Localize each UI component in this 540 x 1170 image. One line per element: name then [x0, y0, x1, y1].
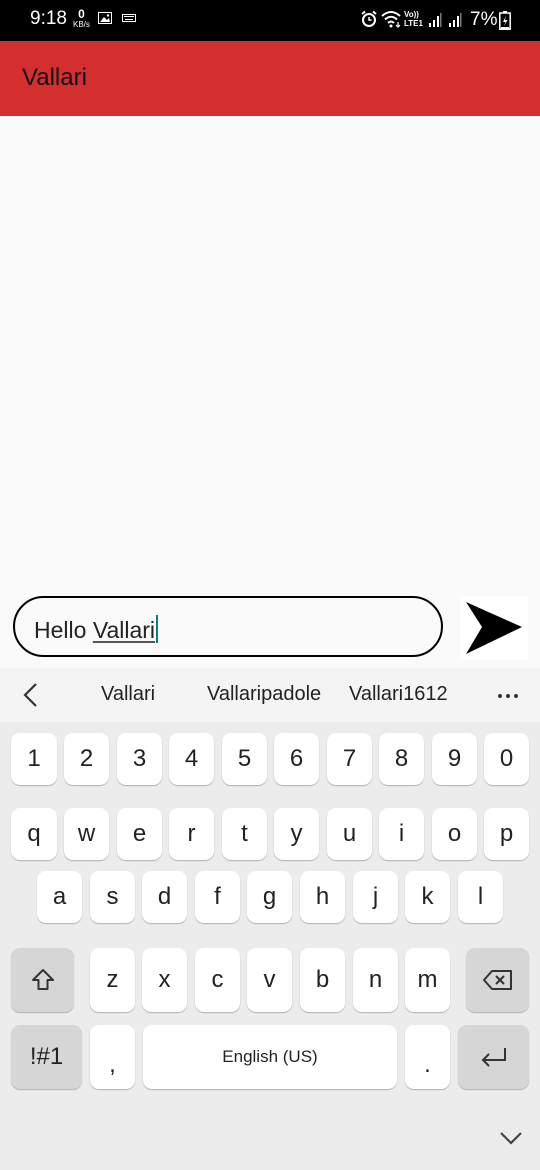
- keyboard-icon: [122, 14, 136, 22]
- key-3[interactable]: 3: [117, 733, 162, 785]
- key-8[interactable]: 8: [379, 733, 424, 785]
- key-g[interactable]: g: [247, 871, 292, 923]
- key-s[interactable]: s: [90, 871, 135, 923]
- key-9[interactable]: 9: [432, 733, 477, 785]
- key-d[interactable]: d: [142, 871, 187, 923]
- key-x[interactable]: x: [142, 948, 187, 1012]
- more-icon[interactable]: [496, 686, 520, 706]
- key-5[interactable]: 5: [222, 733, 267, 785]
- key-4[interactable]: 4: [169, 733, 214, 785]
- suggestion-1[interactable]: Vallari: [101, 683, 155, 706]
- signal-icon: [429, 13, 442, 27]
- comma-key[interactable]: ,: [90, 1025, 135, 1089]
- chevron-down-icon[interactable]: [498, 1128, 524, 1148]
- message-word-composing: Vallari: [92, 617, 156, 643]
- key-z[interactable]: z: [90, 948, 135, 1012]
- space-key[interactable]: English (US): [143, 1025, 397, 1089]
- chat-contact-title: Vallari: [22, 64, 87, 91]
- key-o[interactable]: o: [432, 808, 477, 860]
- key-l[interactable]: l: [458, 871, 503, 923]
- volte-label: Vo)): [404, 10, 419, 19]
- key-u[interactable]: u: [327, 808, 372, 860]
- text-caret: [156, 615, 159, 643]
- net-speed-value: 0: [78, 7, 85, 21]
- gallery-icon: [98, 12, 112, 24]
- key-m[interactable]: m: [405, 948, 450, 1012]
- message-input-text[interactable]: Hello Vallari: [34, 615, 159, 644]
- send-icon: [466, 602, 522, 654]
- net-speed: 0 KB/s: [73, 8, 90, 29]
- key-0[interactable]: 0: [484, 733, 529, 785]
- key-1[interactable]: 1: [11, 733, 57, 785]
- key-n[interactable]: n: [353, 948, 398, 1012]
- key-y[interactable]: y: [274, 808, 319, 860]
- message-word: Hello: [34, 617, 93, 643]
- lte-label: LTE1: [404, 19, 423, 28]
- key-j[interactable]: j: [353, 871, 398, 923]
- key-r[interactable]: r: [169, 808, 214, 860]
- key-v[interactable]: v: [247, 948, 292, 1012]
- key-k[interactable]: k: [405, 871, 450, 923]
- symbols-key[interactable]: !#1: [11, 1025, 82, 1089]
- message-input[interactable]: Hello Vallari: [13, 596, 443, 657]
- wifi-icon: [381, 11, 401, 28]
- alarm-icon: [361, 10, 377, 27]
- send-button[interactable]: [460, 596, 528, 660]
- key-e[interactable]: e: [117, 808, 162, 860]
- back-chevron-icon[interactable]: [18, 682, 44, 708]
- message-list[interactable]: [0, 116, 540, 592]
- status-time: 9:18: [30, 8, 67, 29]
- period-key[interactable]: .: [405, 1025, 450, 1089]
- suggestion-2[interactable]: Vallaripadole: [207, 683, 321, 706]
- key-q[interactable]: q: [11, 808, 57, 860]
- key-h[interactable]: h: [300, 871, 345, 923]
- key-c[interactable]: c: [195, 948, 240, 1012]
- shift-key[interactable]: [11, 948, 74, 1012]
- key-b[interactable]: b: [300, 948, 345, 1012]
- status-bar: 9:18 0 KB/s Vo)) LTE1 7%: [0, 0, 540, 41]
- signal-icon: [449, 13, 462, 27]
- suggestion-3[interactable]: Vallari1612: [349, 683, 448, 706]
- backspace-key[interactable]: [466, 948, 529, 1012]
- enter-key[interactable]: [458, 1025, 529, 1089]
- suggestion-bar: Vallari Vallaripadole Vallari1612: [0, 668, 540, 722]
- key-t[interactable]: t: [222, 808, 267, 860]
- battery-percent: 7%: [470, 9, 498, 30]
- key-i[interactable]: i: [379, 808, 424, 860]
- key-a[interactable]: a: [37, 871, 82, 923]
- key-6[interactable]: 6: [274, 733, 319, 785]
- shift-icon: [31, 969, 54, 990]
- key-2[interactable]: 2: [64, 733, 109, 785]
- key-w[interactable]: w: [64, 808, 109, 860]
- net-speed-unit: KB/s: [73, 20, 90, 29]
- key-f[interactable]: f: [195, 871, 240, 923]
- battery-icon: [499, 11, 511, 30]
- backspace-icon: [482, 970, 512, 990]
- key-7[interactable]: 7: [327, 733, 372, 785]
- key-p[interactable]: p: [484, 808, 529, 860]
- network-type: Vo)) LTE1: [404, 10, 423, 28]
- enter-icon: [481, 1048, 506, 1067]
- app-bar: Vallari: [0, 41, 540, 116]
